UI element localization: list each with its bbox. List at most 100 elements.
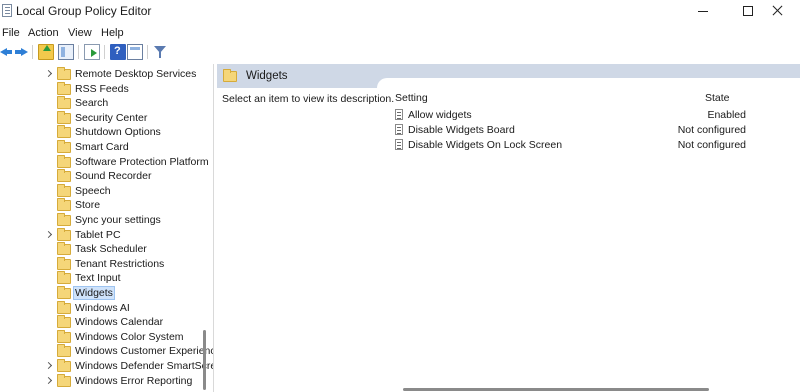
folder-icon [57,110,71,124]
policy-setting-icon [395,139,403,150]
tree-item-widgets[interactable]: Widgets [0,286,205,301]
folder-icon [57,198,71,212]
folder-icon [57,256,71,270]
window-title: Local Group Policy Editor [16,4,152,18]
tree-item-windows-customer-experience[interactable]: Windows Customer Experienc [0,344,213,359]
tree-item-label: Remote Desktop Services [75,68,197,80]
policy-row-disable-widgets-lock-screen[interactable]: Disable Widgets On Lock Screen Not confi… [393,138,793,153]
close-button[interactable] [756,0,800,22]
chevron-right-icon[interactable] [44,69,53,78]
toolbar-separator [78,45,79,59]
show-hide-tree-icon[interactable] [58,44,74,60]
policy-state: Not configured [677,139,746,151]
policy-name: Allow widgets [408,109,472,121]
tree-item-security-center[interactable]: Security Center [0,110,205,126]
menu-help[interactable]: Help [101,27,124,39]
policy-name: Disable Widgets On Lock Screen [408,139,563,151]
tree-item-windows-ai[interactable]: Windows AI [0,300,205,316]
minimize-button[interactable] [682,0,726,22]
policy-state: Not configured [677,124,746,136]
tree-item-tablet-pc[interactable]: Tablet PC [0,227,205,243]
tree-item-shutdown-options[interactable]: Shutdown Options [0,125,205,140]
tree-vertical-scrollbar[interactable] [203,330,206,390]
tree-item-label: Security Center [75,111,148,124]
menu-file[interactable]: File [2,27,20,39]
tree-item-sound-recorder[interactable]: Sound Recorder [0,169,205,184]
details-horizontal-scrollbar[interactable] [403,388,709,391]
help-icon[interactable] [110,44,126,60]
policy-row-disable-widgets-board[interactable]: Disable Widgets Board Not configured [393,123,793,138]
chevron-right-icon[interactable] [44,376,53,384]
tree-item-search[interactable]: Search [0,96,205,111]
tree-item-label: Tablet PC [75,228,121,241]
folder-icon [57,154,71,168]
folder-icon [57,227,71,241]
tree-item-label: Windows Calendar [75,316,164,329]
tree-item-rss-feeds[interactable]: RSS Feeds [0,81,205,97]
folder-icon [57,242,71,256]
folder-icon [57,183,71,197]
tree-item-text-input[interactable]: Text Input [0,271,205,286]
tree-item-remote-desktop-services[interactable]: Remote Desktop Services [0,67,205,82]
tree-item-software-protection-platform[interactable]: Software Protection Platform [0,154,209,170]
folder-icon [57,140,71,153]
tree-item-windows-error-reporting[interactable]: Windows Error Reporting [0,373,205,389]
properties-icon[interactable] [127,44,143,60]
folder-icon [57,329,71,343]
tree-item-label: Store [75,199,101,212]
tree-item-sync-your-settings[interactable]: Sync your settings [0,213,205,228]
folder-icon [57,359,71,372]
tree-item-windows-color-system[interactable]: Windows Color System [0,329,205,345]
tree-item-label: Tenant Restrictions [75,257,165,270]
tree-item-label: Windows Color System [75,330,184,343]
chevron-right-icon[interactable] [44,230,53,238]
folder-icon [57,300,71,314]
folder-icon [57,169,71,183]
tree-item-label: Windows Defender SmartScre [75,360,214,372]
folder-icon [57,271,71,285]
tree-item-label: Task Scheduler [75,243,147,256]
tree-item-tenant-restrictions[interactable]: Tenant Restrictions [0,256,205,272]
toolbar-separator [104,45,105,59]
description-text: Select an item to view its description. [222,93,395,105]
menu-action[interactable]: Action [28,27,59,39]
tree-item-label: Software Protection Platform [75,155,209,168]
policy-state: Enabled [707,109,746,121]
tree-item-label: Windows Error Reporting [75,374,193,387]
tree-item-label: Shutdown Options [75,126,161,139]
tree-item-task-scheduler[interactable]: Task Scheduler [0,242,205,257]
menu-view[interactable]: View [68,27,92,39]
policy-row-allow-widgets[interactable]: Allow widgets Enabled [393,108,793,123]
tree-item-label: Windows Customer Experienc [75,345,214,358]
toolbar-separator [147,45,148,59]
column-header-setting[interactable]: Setting [395,92,428,104]
tree-item-smart-card[interactable]: Smart Card [0,140,205,155]
tree-item-windows-calendar[interactable]: Windows Calendar [0,315,205,330]
tree-item-label: Sync your settings [75,214,161,226]
folder-icon [57,373,71,387]
details-pane: Widgets Select an item to view its descr… [217,64,800,392]
header-divider-curve [377,78,800,88]
column-header-state[interactable]: State [705,92,730,104]
title-bar: Local Group Policy Editor [0,0,800,22]
folder-icon [57,67,71,80]
filter-icon[interactable] [152,44,168,60]
folder-icon [223,69,237,82]
policy-setting-icon [395,109,403,120]
chevron-right-icon[interactable] [44,361,53,370]
tree-item-windows-defender-smartscreen[interactable]: Windows Defender SmartScre [0,359,213,374]
tree-item-label: Smart Card [75,141,129,153]
details-folder-title: Widgets [246,70,288,82]
tree-item-label: Windows AI [75,301,130,314]
tree-item-label: Widgets [73,286,115,300]
up-folder-icon[interactable] [38,44,54,60]
folder-icon [57,96,71,110]
forward-arrow-icon[interactable] [13,44,29,60]
tree-item-store[interactable]: Store [0,198,205,213]
tree-item-speech[interactable]: Speech [0,183,205,199]
tree-item-label: Text Input [75,272,121,285]
folder-icon [57,286,71,299]
export-list-icon[interactable] [84,44,100,60]
folder-icon [57,344,71,358]
navigation-tree: Remote Desktop Services RSS Feeds Search… [0,64,214,392]
